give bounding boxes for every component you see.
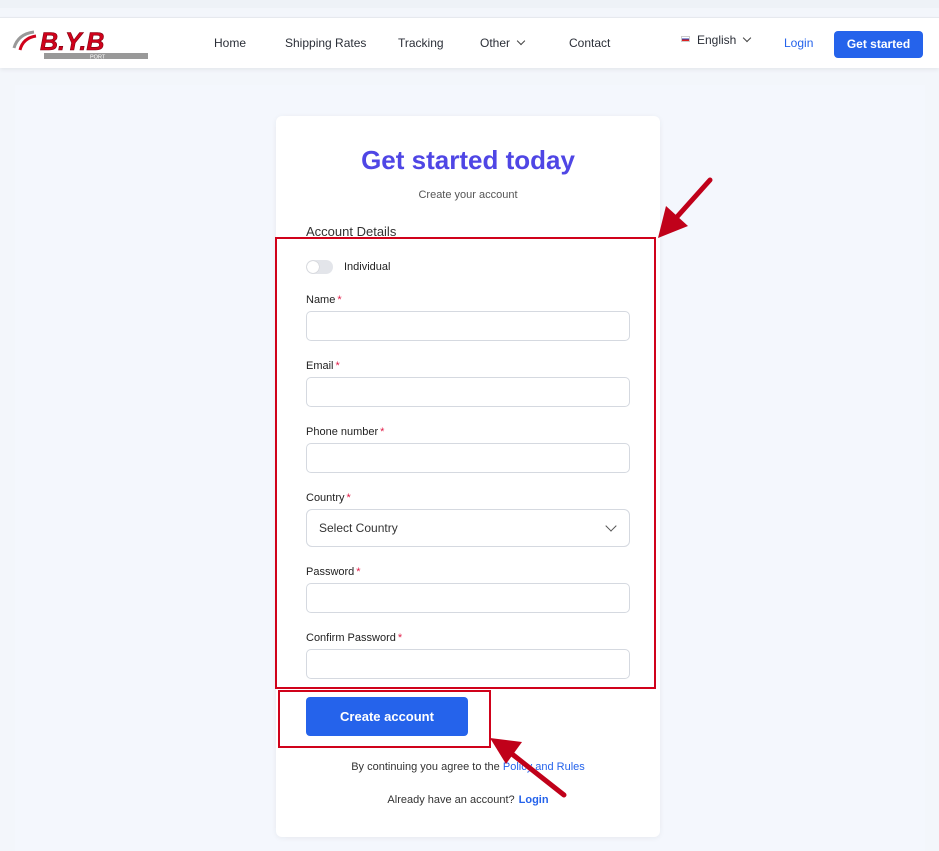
confirm-password-input[interactable] xyxy=(306,649,630,679)
policy-notice-text: By continuing you agree to the xyxy=(351,761,500,773)
policy-notice: By continuing you agree to the Policy an… xyxy=(276,761,660,773)
email-label: Email * xyxy=(306,360,340,372)
country-select-value: Select Country xyxy=(319,521,398,535)
required-mark: * xyxy=(346,492,351,504)
login-prompt: Already have an account? Login xyxy=(276,794,660,806)
email-input[interactable] xyxy=(306,377,630,407)
country-label: Country * xyxy=(306,492,351,504)
site-header: B.Y.B PORT Home Shipping Rates Tracking … xyxy=(0,17,939,68)
individual-toggle-label: Individual xyxy=(344,261,391,273)
email-label-text: Email xyxy=(306,360,334,372)
name-label: Name * xyxy=(306,294,342,306)
logo-subtext: PORT xyxy=(90,55,106,61)
individual-toggle[interactable] xyxy=(306,260,333,274)
confirm-password-label: Confirm Password * xyxy=(306,632,402,644)
nav-contact[interactable]: Contact xyxy=(569,18,610,69)
page-title: Get started today xyxy=(361,145,575,175)
password-label: Password * xyxy=(306,566,361,578)
required-mark: * xyxy=(356,566,361,578)
create-account-button[interactable]: Create account xyxy=(306,697,468,736)
logo-text: B.Y.B xyxy=(40,28,104,56)
login-link[interactable]: Login xyxy=(519,794,549,806)
password-label-text: Password xyxy=(306,566,355,578)
required-mark: * xyxy=(335,360,340,372)
confirm-password-label-text: Confirm Password xyxy=(306,632,396,644)
chevron-down-icon xyxy=(605,520,617,532)
country-select[interactable]: Select Country xyxy=(306,509,630,547)
phone-input[interactable] xyxy=(306,443,630,473)
nav-other-label: Other xyxy=(480,36,511,50)
nav-shipping-rates[interactable]: Shipping Rates xyxy=(285,18,366,69)
country-label-text: Country xyxy=(306,492,345,504)
section-heading: Account Details xyxy=(306,224,397,239)
chevron-down-icon xyxy=(743,33,752,43)
browser-top-strip xyxy=(0,0,939,8)
login-prompt-text: Already have an account? xyxy=(387,794,515,806)
chevron-down-icon xyxy=(516,36,526,46)
name-label-text: Name xyxy=(306,294,336,306)
required-mark: * xyxy=(397,632,403,644)
nav-home[interactable]: Home xyxy=(214,18,246,69)
name-input[interactable] xyxy=(306,311,630,341)
phone-label-text: Phone number xyxy=(306,426,379,438)
policy-link[interactable]: Policy and Rules xyxy=(503,761,585,773)
language-label: English xyxy=(697,33,737,47)
page-subtitle: Create your account xyxy=(418,189,518,201)
phone-label: Phone number * xyxy=(306,426,384,438)
required-mark: * xyxy=(380,426,385,438)
password-input[interactable] xyxy=(306,583,630,613)
nav-tracking[interactable]: Tracking xyxy=(398,18,444,69)
required-mark: * xyxy=(337,294,342,306)
header-login-link[interactable]: Login xyxy=(784,18,813,69)
byb-port-logo[interactable]: B.Y.B PORT xyxy=(10,26,152,62)
get-started-button[interactable]: Get started xyxy=(834,31,923,58)
language-selector[interactable]: English xyxy=(681,15,752,66)
nav-other[interactable]: Other xyxy=(480,18,526,69)
flag-icon xyxy=(681,36,690,42)
